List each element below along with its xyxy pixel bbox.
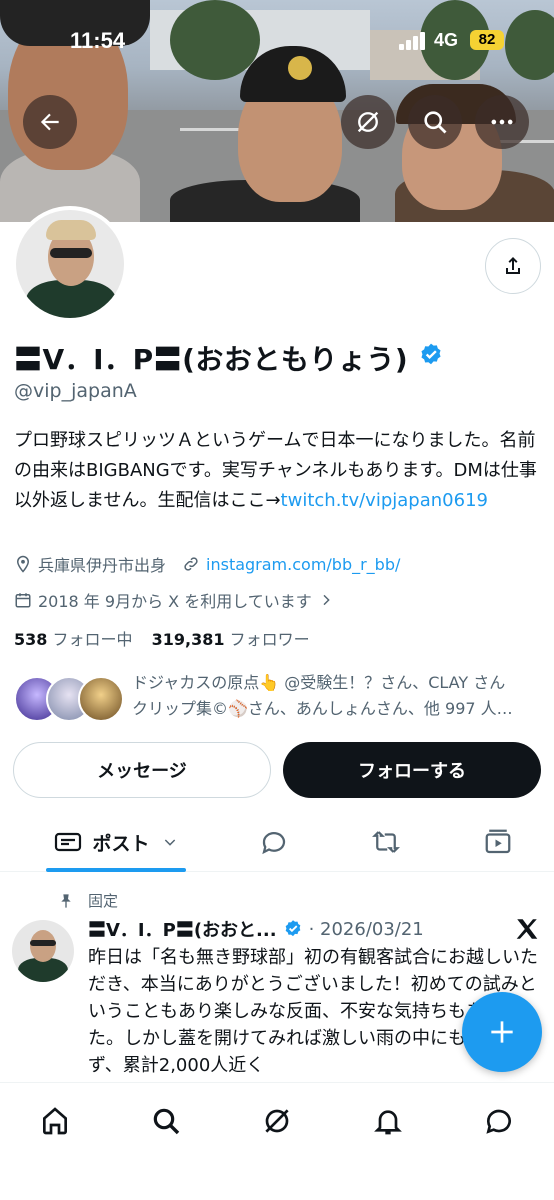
verified-icon	[285, 920, 300, 937]
chevron-down-icon	[164, 839, 175, 846]
battery-level: 82	[470, 30, 504, 50]
chevron-right-icon	[323, 594, 330, 606]
posts-icon	[55, 832, 82, 852]
avatar-hoodie	[26, 280, 116, 318]
pinned-indicator: 固定	[58, 890, 118, 911]
verified-icon[interactable]	[418, 342, 444, 375]
notifications-icon	[374, 1110, 402, 1135]
known-followers[interactable]: ドジャカスの原点👆 @受験生！？さん、CLAY さん クリップ集©⚾️さん、あん…	[14, 670, 544, 726]
grok-button[interactable]	[341, 95, 395, 149]
bottom-navigation	[0, 1082, 554, 1200]
followers-stat[interactable]: 319,381 フォロワー	[152, 630, 310, 649]
bio-link[interactable]: twitch.tv/vipjapan0619	[281, 490, 488, 511]
profile-meta-row: 兵庫県伊丹市出身 instagram.com/bb_r_bb/	[14, 552, 400, 576]
followers-count: 319,381	[151, 630, 225, 649]
profile-tabs: ポスト	[0, 812, 554, 872]
post-author-avatar[interactable]	[12, 920, 74, 982]
nav-notifications[interactable]	[368, 1101, 408, 1141]
post-date[interactable]: · 2026/03/21	[309, 919, 424, 940]
avatar-hair	[46, 220, 96, 240]
avatar-sunglasses	[30, 940, 56, 946]
profile-bio: プロ野球スピリッツＡというゲームで日本一になりました。名前の由来はBIGBANG…	[14, 426, 544, 516]
tab-media[interactable]	[468, 812, 528, 872]
back-button[interactable]	[23, 95, 77, 149]
tab-reposts[interactable]	[356, 812, 416, 872]
share-button[interactable]	[485, 238, 541, 294]
search-button[interactable]	[408, 95, 462, 149]
message-button[interactable]: メッセージ	[13, 742, 271, 798]
back-icon	[40, 113, 59, 131]
home-icon	[43, 1107, 67, 1135]
nav-messages[interactable]	[479, 1101, 519, 1141]
compose-icon	[491, 1021, 513, 1043]
known-followers-line1: ドジャカスの原点👆 @受験生！？さん、CLAY さん	[132, 673, 506, 692]
grok-icon	[357, 111, 379, 133]
follow-button[interactable]: フォローする	[283, 742, 541, 798]
media-icon	[485, 829, 511, 854]
post-header: 〓V．I．P〓(おおと... · 2026/03/21	[88, 916, 424, 942]
search-icon	[424, 111, 447, 134]
more-button[interactable]	[475, 95, 529, 149]
compose-button[interactable]	[462, 992, 542, 1072]
display-name: 〓V．I．P〓(おおともりょう)	[14, 343, 409, 376]
tab-replies[interactable]	[244, 812, 304, 872]
nav-grok[interactable]	[257, 1101, 297, 1141]
followers-label: フォロワー	[229, 630, 310, 649]
profile-handle: @vip_japanA	[14, 380, 137, 402]
following-stat[interactable]: 538 フォロー中	[14, 630, 133, 649]
signal-icon	[399, 32, 427, 50]
display-name-row: 〓V．I．P〓(おおともりょう)	[14, 338, 444, 378]
following-label: フォロー中	[52, 630, 133, 649]
avatar-sunglasses	[50, 248, 92, 258]
nav-explore[interactable]	[146, 1101, 186, 1141]
reposts-icon	[372, 831, 400, 853]
share-icon	[506, 257, 520, 274]
profile-website[interactable]: instagram.com/bb_r_bb/	[206, 555, 400, 574]
known-followers-text: ドジャカスの原点👆 @受験生！？さん、CLAY さん クリップ集©⚾️さん、あん…	[132, 670, 552, 722]
location-icon	[16, 555, 30, 573]
profile-avatar[interactable]	[12, 206, 128, 322]
post-author-name[interactable]: 〓V．I．P〓(おおと...	[88, 916, 277, 942]
grok-icon	[265, 1109, 289, 1133]
tab-posts-label: ポスト	[92, 832, 150, 855]
pinned-label: 固定	[88, 892, 119, 910]
x-logo-icon	[516, 919, 538, 939]
messages-icon	[486, 1109, 511, 1134]
profile-location: 兵庫県伊丹市出身	[38, 556, 167, 575]
pin-icon	[61, 893, 71, 908]
calendar-icon	[15, 593, 31, 608]
avatar-face	[30, 930, 56, 962]
more-icon	[491, 119, 513, 125]
link-icon	[184, 557, 198, 571]
network-type: 4G	[434, 30, 459, 50]
follow-counts: 538 フォロー中 319,381 フォロワー	[14, 626, 310, 650]
nav-home[interactable]	[35, 1101, 75, 1141]
active-tab-indicator	[46, 868, 186, 872]
known-follower-avatar	[78, 676, 124, 722]
joined-row[interactable]: 2018 年 9月から X を利用しています	[14, 588, 340, 612]
profile-joined: 2018 年 9月から X を利用しています	[38, 592, 312, 611]
tab-posts[interactable]: ポスト	[46, 812, 186, 872]
following-count: 538	[14, 630, 48, 649]
known-followers-line2: クリップ集©⚾️さん、あんしょんさん、他 997 人…	[132, 699, 513, 718]
replies-icon	[262, 832, 286, 855]
explore-icon	[153, 1108, 180, 1135]
status-time: 11:54	[70, 28, 126, 53]
status-bar: 11:54 4G 82	[0, 0, 554, 80]
